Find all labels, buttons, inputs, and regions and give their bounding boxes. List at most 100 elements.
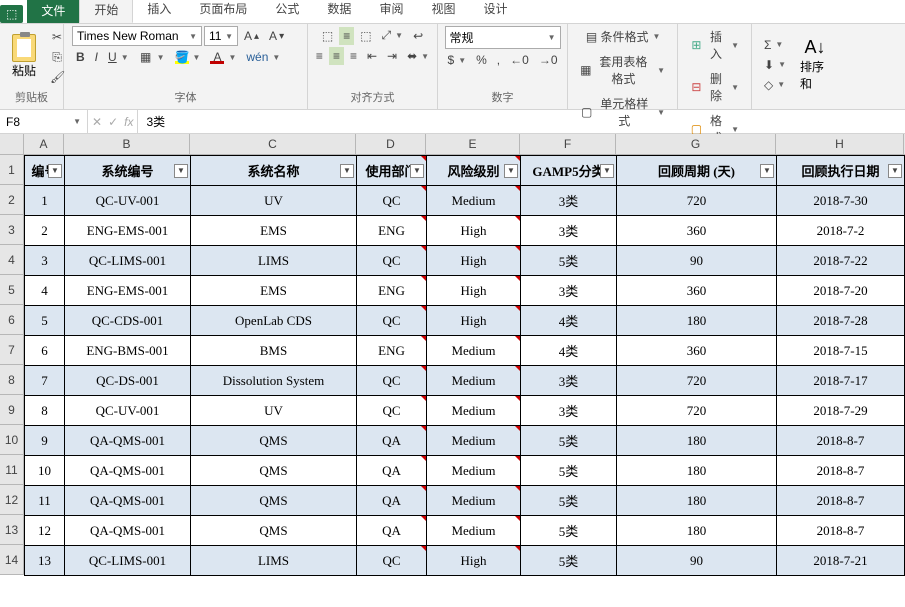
menu-tab-公式[interactable]: 公式 xyxy=(261,0,313,23)
paste-button[interactable]: 粘贴 xyxy=(6,30,42,83)
filter-button[interactable]: ▼ xyxy=(48,164,62,178)
table-cell[interactable]: 2018-7-21 xyxy=(777,546,905,576)
filter-button[interactable]: ▼ xyxy=(600,164,614,178)
sort-filter-button[interactable]: A↓ 排序和 xyxy=(794,33,836,96)
table-cell[interactable]: 360 xyxy=(617,216,777,246)
menu-tab-审阅[interactable]: 审阅 xyxy=(365,0,417,23)
table-cell[interactable]: QC-LIMS-001 xyxy=(65,246,191,276)
table-cell[interactable]: 3类 xyxy=(521,276,617,306)
table-cell[interactable]: 2018-8-7 xyxy=(777,516,905,546)
table-cell[interactable]: High xyxy=(427,276,521,306)
table-cell[interactable]: 360 xyxy=(617,336,777,366)
table-cell[interactable]: QMS xyxy=(191,516,357,546)
table-cell[interactable]: 90 xyxy=(617,546,777,576)
dec-decimal-button[interactable]: →0 xyxy=(535,51,562,69)
table-cell[interactable]: Medium xyxy=(427,486,521,516)
row-header-12[interactable]: 12 xyxy=(0,485,24,515)
worksheet[interactable]: ABCDEFGH 1234567891011121314 编号▼系统编号▼系统名… xyxy=(0,134,905,576)
row-header-14[interactable]: 14 xyxy=(0,545,24,575)
table-cell[interactable]: 1 xyxy=(25,186,65,216)
table-cell[interactable]: ENG xyxy=(357,276,427,306)
table-cell[interactable]: 180 xyxy=(617,486,777,516)
align-middle-button[interactable]: ≡ xyxy=(339,27,354,45)
table-cell[interactable]: 5类 xyxy=(521,456,617,486)
table-cell[interactable]: QMS xyxy=(191,426,357,456)
table-cell[interactable]: ENG xyxy=(357,216,427,246)
select-all-corner[interactable] xyxy=(0,134,24,154)
table-cell[interactable]: QA xyxy=(357,426,427,456)
table-cell[interactable]: OpenLab CDS xyxy=(191,306,357,336)
table-cell[interactable]: 5类 xyxy=(521,426,617,456)
table-cell[interactable]: BMS xyxy=(191,336,357,366)
table-cell[interactable]: ENG xyxy=(357,336,427,366)
row-header-13[interactable]: 13 xyxy=(0,515,24,545)
menu-tab-设计[interactable]: 设计 xyxy=(469,0,521,23)
table-cell[interactable]: 4 xyxy=(25,276,65,306)
table-cell[interactable]: 2018-7-29 xyxy=(777,396,905,426)
table-cell[interactable]: QC xyxy=(357,186,427,216)
table-cell[interactable]: UV xyxy=(191,396,357,426)
table-cell[interactable]: 2018-8-7 xyxy=(777,486,905,516)
table-cell[interactable]: QA-QMS-001 xyxy=(65,456,191,486)
align-top-button[interactable]: ⬚ xyxy=(318,27,337,45)
border-button[interactable]: ▦▼ xyxy=(135,48,169,66)
table-cell[interactable]: 2018-7-2 xyxy=(777,216,905,246)
table-cell[interactable]: ENG-EMS-001 xyxy=(65,216,191,246)
table-cell[interactable]: QC xyxy=(357,546,427,576)
table-cell[interactable]: 5类 xyxy=(521,246,617,276)
orientation-button[interactable]: ⤢▼ xyxy=(378,26,408,45)
table-cell[interactable]: QC-UV-001 xyxy=(65,396,191,426)
table-cell[interactable]: 180 xyxy=(617,516,777,546)
table-cell[interactable]: High xyxy=(427,246,521,276)
table-cell[interactable]: LIMS xyxy=(191,546,357,576)
row-header-9[interactable]: 9 xyxy=(0,395,24,425)
table-cell[interactable]: QMS xyxy=(191,456,357,486)
col-header-D[interactable]: D xyxy=(356,134,426,154)
enter-icon[interactable]: ✓ xyxy=(108,115,118,129)
col-header-H[interactable]: H xyxy=(776,134,904,154)
align-right-button[interactable]: ≡ xyxy=(346,47,361,65)
menu-tab-插入[interactable]: 插入 xyxy=(133,0,185,23)
file-tab[interactable]: 文件 xyxy=(27,0,79,23)
table-cell[interactable]: 720 xyxy=(617,396,777,426)
menu-tab-页面布局[interactable]: 页面布局 xyxy=(185,0,261,23)
comma-button[interactable]: , xyxy=(493,51,504,69)
table-cell[interactable]: EMS xyxy=(191,276,357,306)
table-cell[interactable]: High xyxy=(427,546,521,576)
table-cell[interactable]: 3类 xyxy=(521,216,617,246)
filter-button[interactable]: ▼ xyxy=(760,164,774,178)
fx-icon[interactable]: fx xyxy=(124,115,133,129)
table-cell[interactable]: 4类 xyxy=(521,306,617,336)
table-cell[interactable]: 2018-7-15 xyxy=(777,336,905,366)
table-cell[interactable]: QC xyxy=(357,396,427,426)
name-box[interactable]: F8▼ xyxy=(0,110,88,133)
table-format-button[interactable]: ▦套用表格格式▼ xyxy=(576,51,669,89)
table-cell[interactable]: 13 xyxy=(25,546,65,576)
table-cell[interactable]: 10 xyxy=(25,456,65,486)
table-cell[interactable]: ENG-EMS-001 xyxy=(65,276,191,306)
col-header-C[interactable]: C xyxy=(190,134,356,154)
clear-button[interactable]: ◇▼ xyxy=(760,76,790,94)
table-cell[interactable]: Medium xyxy=(427,396,521,426)
table-cell[interactable]: 360 xyxy=(617,276,777,306)
table-cell[interactable]: QA xyxy=(357,516,427,546)
table-cell[interactable]: QC xyxy=(357,306,427,336)
filter-button[interactable]: ▼ xyxy=(340,164,354,178)
table-cell[interactable]: QA-QMS-001 xyxy=(65,516,191,546)
row-header-1[interactable]: 1 xyxy=(0,155,24,185)
row-header-6[interactable]: 6 xyxy=(0,305,24,335)
table-cell[interactable]: 2 xyxy=(25,216,65,246)
table-cell[interactable]: 9 xyxy=(25,426,65,456)
table-cell[interactable]: 720 xyxy=(617,366,777,396)
table-cell[interactable]: 2018-7-30 xyxy=(777,186,905,216)
table-cell[interactable]: QC-UV-001 xyxy=(65,186,191,216)
fill-button[interactable]: ⬇▼ xyxy=(760,56,790,74)
table-cell[interactable]: Medium xyxy=(427,456,521,486)
table-cell[interactable]: Medium xyxy=(427,366,521,396)
table-cell[interactable]: ENG-BMS-001 xyxy=(65,336,191,366)
cond-format-button[interactable]: ▤条件格式▼ xyxy=(581,26,665,47)
table-cell[interactable]: Medium xyxy=(427,186,521,216)
phonetic-button[interactable]: wén▼ xyxy=(242,48,284,66)
table-cell[interactable]: QC xyxy=(357,366,427,396)
number-format-combo[interactable]: 常规▼ xyxy=(445,26,561,49)
